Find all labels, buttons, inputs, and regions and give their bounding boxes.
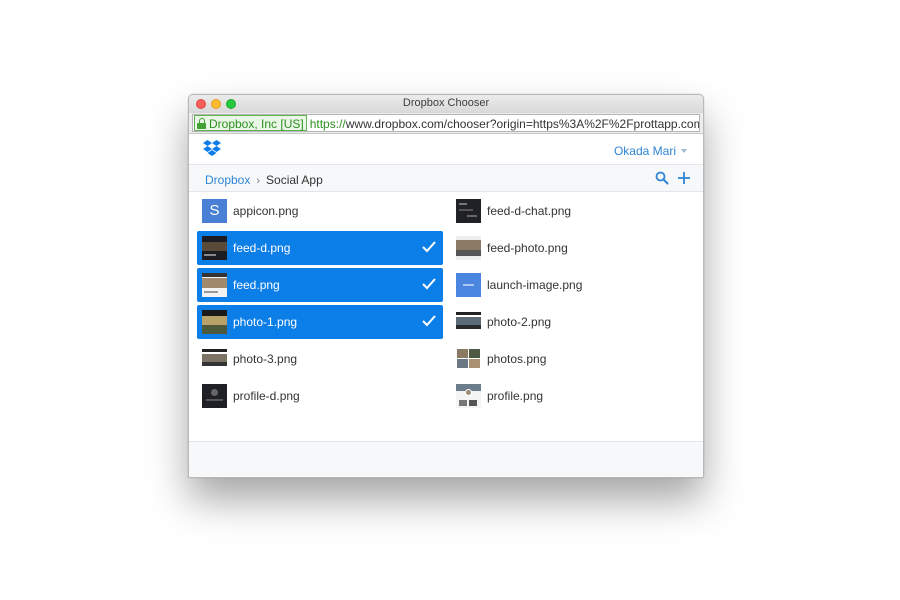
file-name: profile.png [487, 389, 544, 403]
file-row-feed-d-chat[interactable]: feed-d-chat.png [451, 194, 697, 228]
lock-icon [197, 118, 206, 129]
file-row-profile[interactable]: profile.png [451, 379, 697, 413]
file-row-photo-2[interactable]: photo-2.png [451, 305, 697, 339]
file-row-profile-d[interactable]: profile-d.png [197, 379, 443, 413]
file-name: feed-photo.png [487, 241, 568, 255]
file-thumbnail [202, 236, 227, 260]
file-row-launch-image[interactable]: launch-image.png [451, 268, 697, 302]
file-thumbnail [456, 310, 481, 334]
breadcrumb-bar: Dropbox › Social App [189, 165, 703, 192]
file-row-feed-d[interactable]: feed-d.png [197, 231, 443, 265]
user-menu[interactable]: Okada Mari [614, 144, 687, 158]
file-row-photo-1[interactable]: photo-1.png [197, 305, 443, 339]
file-row-photo-3[interactable]: photo-3.png [197, 342, 443, 376]
file-name: photos.png [487, 352, 547, 366]
ev-certificate-badge[interactable]: Dropbox, Inc [US] [194, 115, 307, 131]
file-name: feed-d-chat.png [487, 204, 572, 218]
file-thumbnail [456, 199, 481, 223]
checkmark-icon [422, 278, 436, 290]
file-row-photos[interactable]: photos.png [451, 342, 697, 376]
file-thumbnail: S [202, 199, 227, 223]
file-thumbnail [456, 347, 481, 371]
breadcrumb-separator-icon: › [256, 175, 261, 187]
file-row-appicon[interactable]: S appicon.png [197, 194, 443, 228]
file-name: appicon.png [233, 204, 299, 218]
file-row-feed-photo[interactable]: feed-photo.png [451, 231, 697, 265]
file-row-feed[interactable]: feed.png [197, 268, 443, 302]
file-name: photo-3.png [233, 352, 298, 366]
address-bar: Dropbox, Inc [US] https://www.dropbox.co… [189, 113, 703, 134]
checkmark-icon [422, 315, 436, 327]
search-icon[interactable] [655, 171, 669, 185]
checkmark-icon [422, 241, 436, 253]
file-thumbnail [202, 384, 227, 408]
chevron-down-icon [681, 149, 687, 153]
file-name: profile-d.png [233, 389, 300, 403]
file-thumbnail [202, 347, 227, 371]
url-field[interactable]: Dropbox, Inc [US] https://www.dropbox.co… [192, 114, 700, 132]
file-name: photo-1.png [233, 315, 298, 329]
chooser-window: Dropbox Chooser Dropbox, Inc [US] https:… [188, 94, 704, 478]
file-thumbnail [456, 273, 481, 297]
file-name: feed.png [233, 278, 280, 292]
file-name: photo-2.png [487, 315, 552, 329]
file-name: launch-image.png [487, 278, 583, 292]
footer-bar [189, 441, 703, 477]
window-title: Dropbox Chooser [402, 97, 490, 109]
dropbox-logo-icon[interactable] [203, 140, 221, 156]
file-thumbnail [456, 236, 481, 260]
title-bar: Dropbox Chooser [189, 95, 703, 113]
file-thumbnail [202, 273, 227, 297]
plus-icon[interactable] [677, 171, 691, 185]
breadcrumb-root-link[interactable]: Dropbox [205, 173, 250, 187]
breadcrumb-current: Social App [266, 173, 323, 187]
breadcrumb: Dropbox › Social App [205, 173, 323, 187]
file-thumbnail [202, 310, 227, 334]
ev-certificate-label: Dropbox, Inc [US] [209, 117, 304, 131]
file-thumbnail [456, 384, 481, 408]
user-name: Okada Mari [613, 144, 676, 158]
file-list: S appicon.png feed-d-chat.png feed-d.png [189, 193, 703, 439]
url-text: www.dropbox.com/chooser?origin=https%3A%… [345, 117, 700, 131]
file-name: feed-d.png [233, 241, 291, 255]
url-scheme: https:// [309, 117, 346, 131]
app-header: Okada Mari [189, 135, 703, 165]
